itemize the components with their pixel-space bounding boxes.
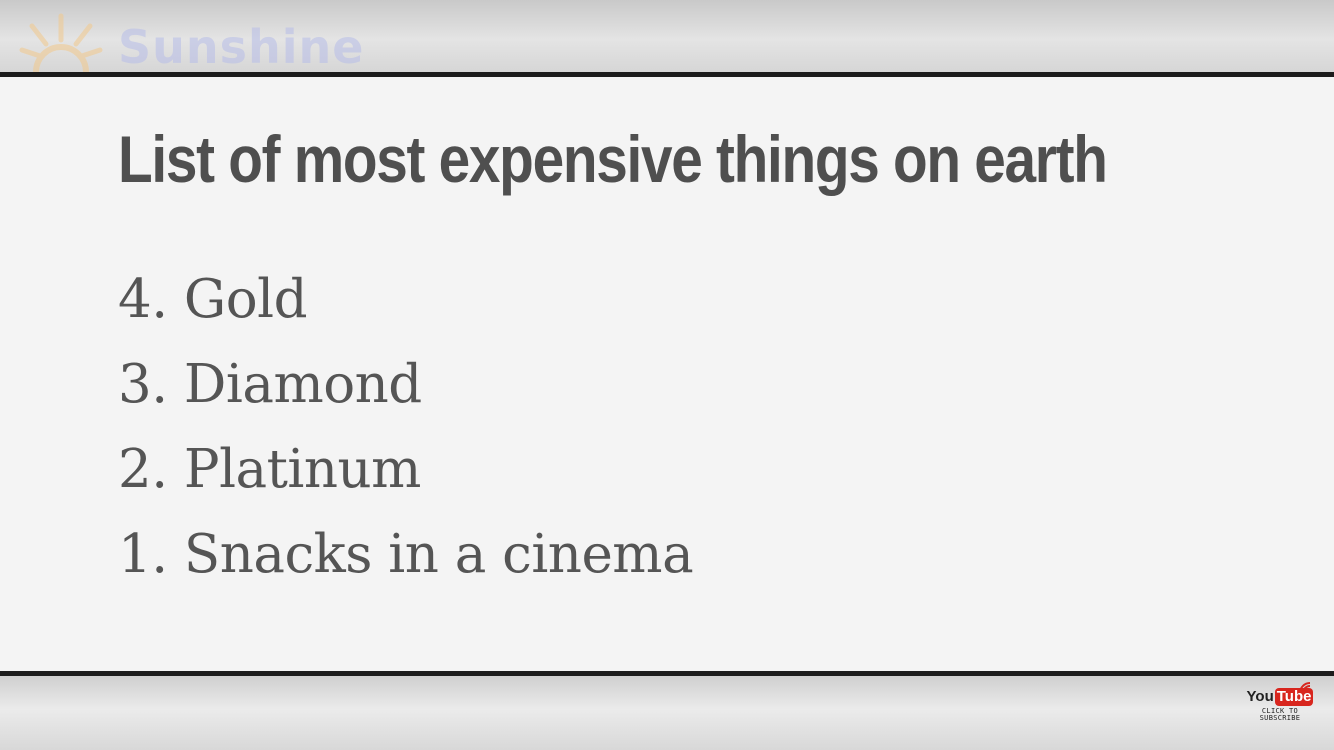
slide-card: List of most expensive things on earth 4…	[0, 72, 1334, 676]
list-item: 3. Diamond	[118, 354, 422, 415]
bottom-band	[0, 676, 1334, 750]
ranked-list: 4. Gold 3. Diamond 2. Platinum 1. Snacks…	[118, 257, 694, 597]
list-item: 1. Snacks in a cinema	[118, 524, 694, 585]
slide-title: List of most expensive things on earth	[118, 122, 1108, 196]
youtube-subscribe-button[interactable]: You Tube CLICK TO SUBSCRIBE	[1246, 680, 1314, 728]
subscribe-caption-line2: SUBSCRIBE	[1259, 714, 1301, 722]
watermark-text: Sunshine	[118, 20, 365, 74]
list-item: 2. Platinum	[118, 439, 421, 500]
broadcast-icon	[1299, 682, 1311, 694]
subscribe-caption: CLICK TO SUBSCRIBE	[1260, 708, 1301, 722]
list-item: 4. Gold	[118, 269, 308, 330]
youtube-logo-you: You	[1246, 688, 1274, 705]
video-frame: Sunshine List of most expensive things o…	[0, 0, 1334, 750]
